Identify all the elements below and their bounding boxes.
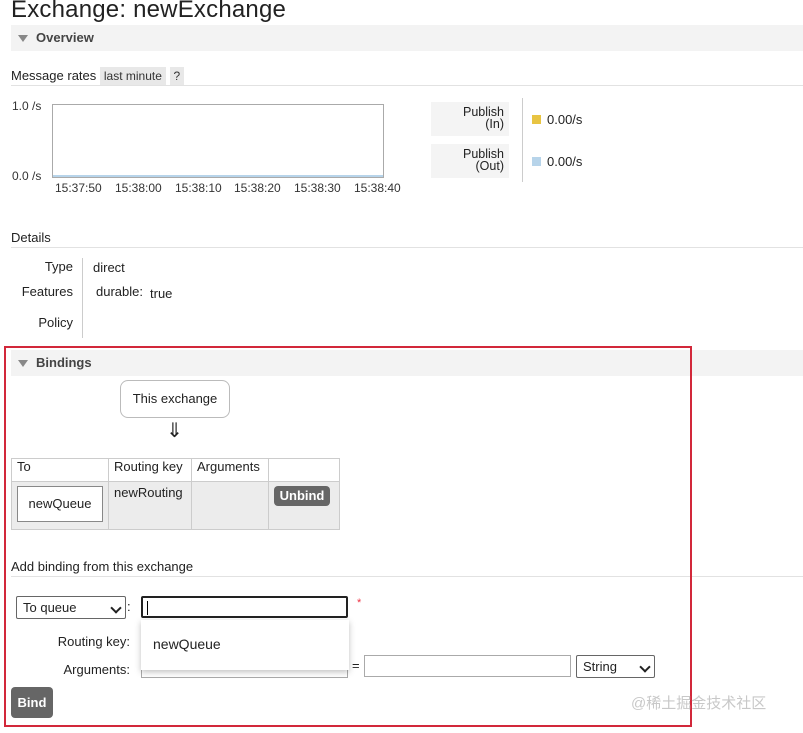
help-button[interactable]: ? (169, 67, 185, 85)
collapse-triangle-icon (18, 35, 28, 42)
x-tick-label: 15:38:20 (234, 181, 281, 195)
overview-header: Overview (36, 30, 94, 45)
x-tick-label: 15:38:40 (354, 181, 401, 195)
publish-in-swatch (532, 115, 541, 124)
y-tick-label: 1.0 /s (12, 99, 42, 113)
x-tick-label: 15:37:50 (55, 181, 102, 195)
publish-out-series-line (53, 175, 383, 177)
legend-divider (522, 98, 523, 182)
x-tick-label: 15:38:00 (115, 181, 162, 195)
message-rates-chart (52, 104, 384, 178)
details-label: Details (11, 230, 51, 245)
overview-section-toggle[interactable]: Overview (11, 25, 803, 51)
publish-out-swatch (532, 157, 541, 166)
type-key: Type (44, 259, 73, 274)
message-rates-label: Message rates (11, 68, 97, 83)
legend-label: (Out) (475, 159, 504, 173)
x-tick-label: 15:38:30 (294, 181, 341, 195)
divider (11, 85, 803, 86)
features-durable-key: durable: (96, 284, 143, 299)
type-value: direct (93, 260, 125, 275)
features-durable-value: true (150, 286, 173, 301)
page-title: Exchange: newExchange (11, 0, 287, 23)
legend-label: (In) (485, 117, 504, 131)
x-tick-label: 15:38:10 (175, 181, 222, 195)
publish-out-rate: 0.00/s (547, 154, 583, 169)
legend-toggle-publish-in[interactable]: Publish (In) (431, 102, 509, 136)
highlight-frame (4, 346, 692, 727)
y-tick-label: 0.0 /s (12, 169, 42, 183)
details-divider (82, 258, 83, 338)
divider (11, 247, 803, 248)
publish-in-rate: 0.00/s (547, 112, 583, 127)
policy-key: Policy (38, 315, 73, 330)
legend-toggle-publish-out[interactable]: Publish (Out) (431, 144, 509, 178)
features-key: Features (21, 284, 73, 299)
watermark: @稀土掘金技术社区 (631, 695, 767, 712)
range-selector[interactable]: last minute (99, 67, 166, 85)
message-rates-row: Message rates last minute ? (11, 67, 185, 85)
